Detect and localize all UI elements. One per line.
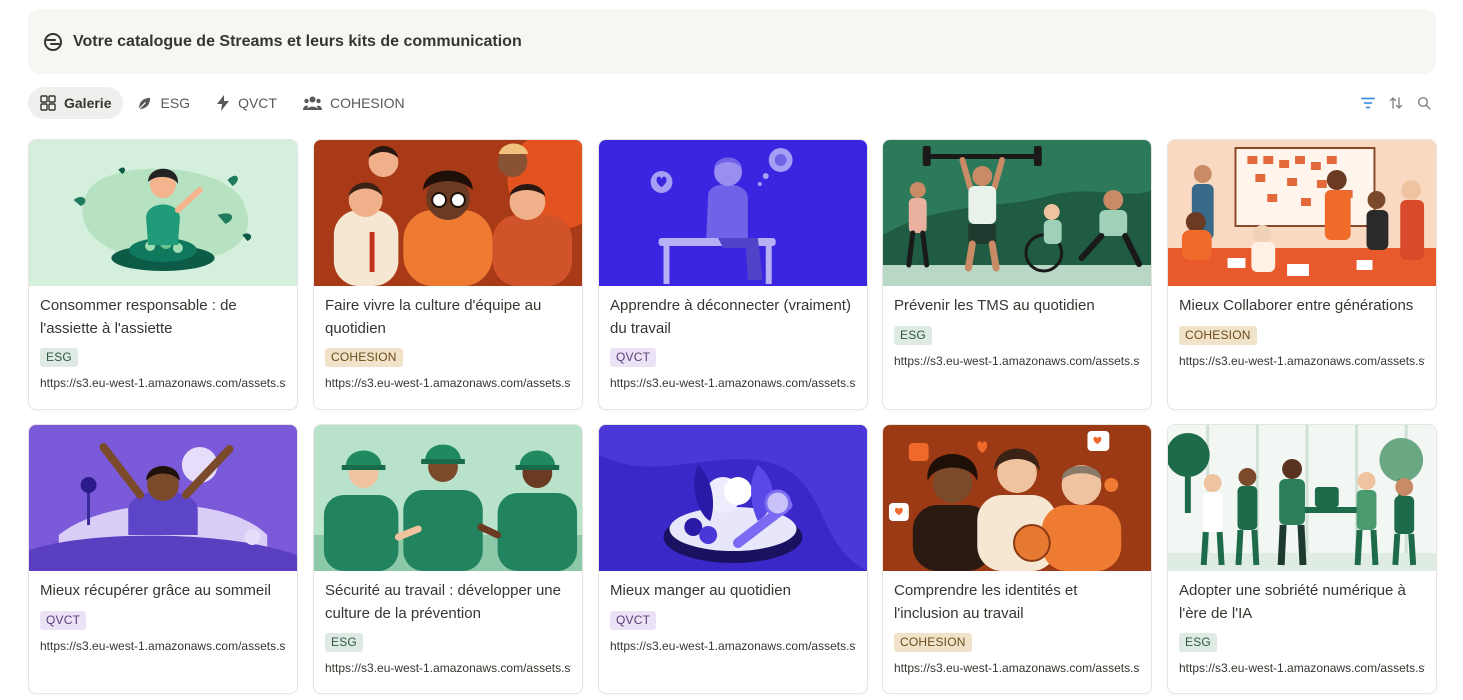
card-url-link[interactable]: https://s3.eu-west-1.amazonaws.com/asset… (894, 354, 1140, 368)
green-office-illustration (1168, 425, 1436, 571)
card-title: Adopter une sobriété numérique à l'ère d… (1179, 582, 1406, 622)
waking-up-illustration (29, 425, 297, 571)
people-icon (302, 96, 322, 110)
card-url-link[interactable]: https://s3.eu-west-1.amazonaws.com/asset… (610, 639, 856, 653)
card-url-link[interactable]: https://s3.eu-west-1.amazonaws.com/asset… (1179, 354, 1425, 368)
meeting-board-illustration (1168, 140, 1436, 286)
card-title: Sécurité au travail : développer une cul… (325, 582, 561, 622)
card-title: Comprendre les identités et l'inclusion … (894, 582, 1078, 622)
tab-label: ESG (160, 95, 191, 111)
card-url-link[interactable]: https://s3.eu-west-1.amazonaws.com/asset… (40, 376, 286, 390)
team-group-illustration (314, 140, 582, 286)
sort-icon (1389, 97, 1403, 109)
gallery-card[interactable]: Consommer responsable : de l'assiette à … (28, 139, 298, 410)
card-url-link[interactable]: https://s3.eu-west-1.amazonaws.com/asset… (1179, 661, 1425, 675)
tag-badge: COHESION (325, 348, 403, 367)
card-body: Adopter une sobriété numérique à l'ère d… (1168, 571, 1436, 675)
card-title: Mieux Collaborer entre générations (1179, 297, 1414, 314)
card-body: Consommer responsable : de l'assiette à … (29, 286, 297, 390)
card-body: Prévenir les TMS au quotidien ESG https:… (883, 286, 1151, 368)
card-body: Mieux Collaborer entre générations COHES… (1168, 286, 1436, 368)
card-url-link[interactable]: https://s3.eu-west-1.amazonaws.com/asset… (610, 376, 856, 390)
tag-badge: ESG (40, 348, 78, 367)
tab-label: QVCT (238, 95, 277, 111)
card-body: Comprendre les identités et l'inclusion … (883, 571, 1151, 675)
hardhat-workers-illustration (314, 425, 582, 571)
woman-eating-salad-illustration (29, 140, 297, 286)
search-icon (1417, 96, 1431, 110)
gallery-card[interactable]: Adopter une sobriété numérique à l'ère d… (1167, 424, 1437, 694)
gallery-card[interactable]: Sécurité au travail : développer une cul… (313, 424, 583, 694)
sort-button[interactable] (1387, 94, 1405, 112)
tag-badge: ESG (894, 325, 932, 345)
gallery-card[interactable]: Apprendre à déconnecter (vraiment) du tr… (598, 139, 868, 410)
gallery-grid-icon (40, 95, 56, 111)
card-title: Mieux récupérer grâce au sommeil (40, 582, 271, 599)
view-toolbar (1349, 94, 1433, 112)
tab-qvct[interactable]: QVCT (204, 87, 289, 119)
tab-galerie[interactable]: Galerie (28, 87, 124, 119)
tab-cohesion[interactable]: COHESION (291, 87, 417, 119)
card-body: Mieux récupérer grâce au sommeil QVCT ht… (29, 571, 297, 653)
tag-badge: COHESION (894, 633, 972, 652)
tag-badge: QVCT (610, 348, 657, 367)
filter-button[interactable] (1359, 94, 1377, 112)
tab-esg[interactable]: ESG (125, 87, 202, 119)
search-button[interactable] (1415, 94, 1433, 112)
card-body: Sécurité au travail : développer une cul… (314, 571, 582, 675)
card-body: Faire vivre la culture d'équipe au quoti… (314, 286, 582, 390)
view-tabs: Galerie ESG QVCT COHESION (28, 87, 419, 119)
man-on-bench-illustration (599, 140, 867, 286)
tag-badge: QVCT (40, 610, 87, 630)
vegetable-plate-illustration (599, 425, 867, 571)
card-url-link[interactable]: https://s3.eu-west-1.amazonaws.com/asset… (325, 661, 571, 675)
streams-logo-icon (44, 32, 62, 51)
gallery-card[interactable]: Faire vivre la culture d'équipe au quoti… (313, 139, 583, 410)
gallery-card[interactable]: Prévenir les TMS au quotidien ESG https:… (882, 139, 1152, 410)
card-title: Consommer responsable : de l'assiette à … (40, 297, 237, 337)
leaf-icon (138, 97, 151, 110)
card-title: Prévenir les TMS au quotidien (894, 297, 1095, 314)
lightning-icon (217, 95, 230, 111)
exercise-group-illustration (883, 140, 1151, 286)
card-url-link[interactable]: https://s3.eu-west-1.amazonaws.com/asset… (325, 376, 571, 390)
card-url-link[interactable]: https://s3.eu-west-1.amazonaws.com/asset… (40, 639, 286, 653)
card-title: Faire vivre la culture d'équipe au quoti… (325, 297, 542, 337)
card-title: Mieux manger au quotidien (610, 582, 791, 599)
card-body: Mieux manger au quotidien QVCT https://s… (599, 571, 867, 653)
page-header: Votre catalogue de Streams et leurs kits… (28, 9, 1436, 74)
card-title: Apprendre à déconnecter (vraiment) du tr… (610, 297, 851, 337)
inclusion-group-illustration (883, 425, 1151, 571)
tag-badge: ESG (325, 633, 363, 652)
tag-badge: ESG (1179, 633, 1217, 652)
gallery-card[interactable]: Comprendre les identités et l'inclusion … (882, 424, 1152, 694)
tab-label: Galerie (64, 95, 112, 111)
gallery-card[interactable]: Mieux récupérer grâce au sommeil QVCT ht… (28, 424, 298, 694)
card-body: Apprendre à déconnecter (vraiment) du tr… (599, 286, 867, 390)
gallery-card[interactable]: Mieux manger au quotidien QVCT https://s… (598, 424, 868, 694)
filter-icon (1361, 97, 1375, 109)
tab-label: COHESION (329, 95, 405, 111)
card-url-link[interactable]: https://s3.eu-west-1.amazonaws.com/asset… (894, 661, 1140, 675)
tag-badge: COHESION (1179, 325, 1257, 345)
page-title: Votre catalogue de Streams et leurs kits… (73, 32, 522, 50)
gallery-card[interactable]: Mieux Collaborer entre générations COHES… (1167, 139, 1437, 410)
tag-badge: QVCT (610, 610, 657, 630)
